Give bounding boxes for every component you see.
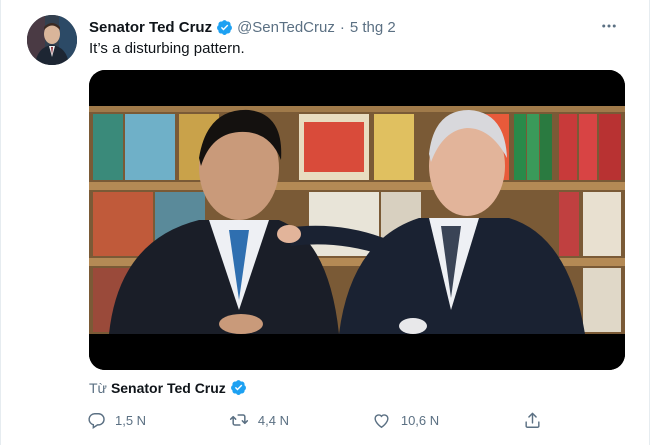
reply-icon (79, 403, 113, 437)
like-button[interactable]: 10,6 N (365, 403, 439, 437)
retweet-button[interactable]: 4,4 N (222, 403, 289, 437)
tweet-card[interactable]: Senator Ted Cruz @SenTedCruz · 5 thg 2 I… (0, 0, 650, 445)
author-name[interactable]: Senator Ted Cruz (89, 19, 212, 36)
share-icon (515, 403, 549, 437)
timestamp[interactable]: 5 thg 2 (350, 19, 396, 36)
share-button[interactable] (515, 403, 549, 437)
heart-icon (365, 403, 399, 437)
like-count: 10,6 N (400, 412, 440, 428)
retweet-count: 4,4 N (257, 412, 289, 428)
verified-badge-icon (230, 379, 247, 396)
ellipsis-icon[interactable] (597, 14, 621, 38)
tweet-actions: 1,5 N 4,4 N 10,6 N (79, 404, 549, 436)
separator-dot: · (339, 18, 345, 36)
avatar[interactable] (27, 15, 77, 65)
media-credit: Từ Senator Ted Cruz (89, 379, 251, 396)
tweet-text: It’s a disturbing pattern. (89, 40, 245, 57)
retweet-icon (222, 403, 256, 437)
verified-badge-icon (216, 19, 233, 36)
tweet-media-video[interactable] (89, 70, 625, 370)
credit-prefix: Từ (89, 379, 107, 396)
reply-count: 1,5 N (115, 412, 147, 428)
avatar-image (27, 15, 77, 65)
tweet-header: Senator Ted Cruz @SenTedCruz · 5 thg 2 (89, 16, 629, 38)
reply-button[interactable]: 1,5 N (79, 403, 146, 437)
author-handle[interactable]: @SenTedCruz (237, 19, 335, 36)
credit-author-name[interactable]: Senator Ted Cruz (111, 380, 226, 396)
video-frame (89, 70, 625, 370)
